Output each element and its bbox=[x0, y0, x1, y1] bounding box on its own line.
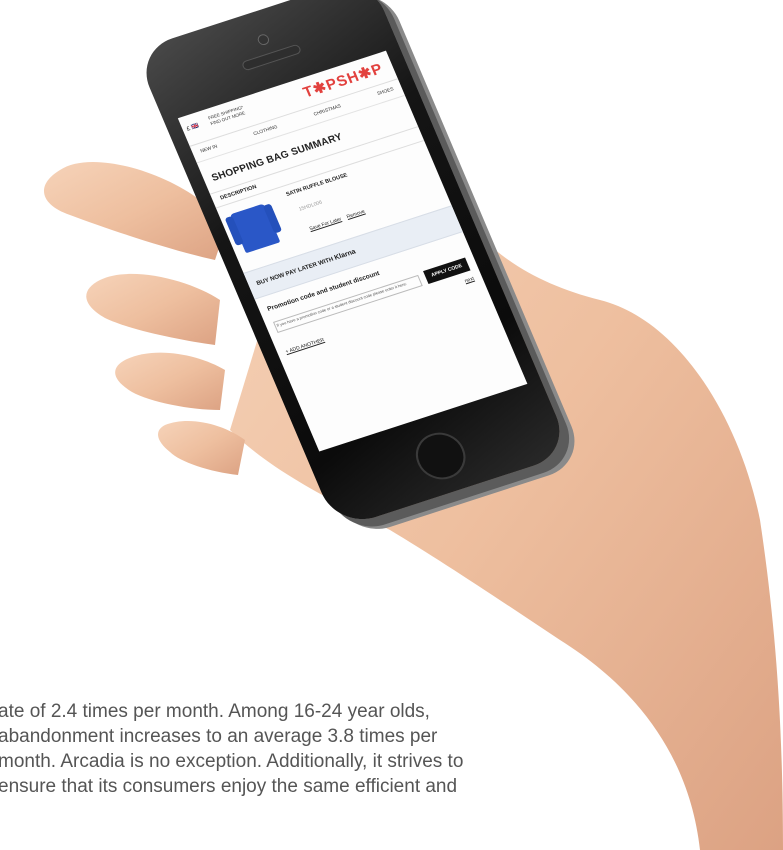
product-image[interactable] bbox=[229, 203, 281, 254]
product-actions: Save For Later Remove bbox=[309, 209, 366, 232]
body-paragraph: ate of 2.4 times per month. Among 16-24 … bbox=[0, 699, 598, 799]
paragraph-line: ate of 2.4 times per month. Among 16-24 … bbox=[0, 701, 430, 722]
camera-icon bbox=[256, 32, 271, 47]
product-code: 15HDL006 bbox=[298, 199, 324, 213]
paragraph-line: month. Arcadia is no exception. Addition… bbox=[0, 751, 464, 772]
nav-item-clothing[interactable]: CLOTHING bbox=[253, 125, 279, 137]
home-button bbox=[408, 426, 473, 486]
paragraph-line: abandonment increases to an average 3.8 … bbox=[0, 726, 438, 747]
nav-item-shoes[interactable]: SHOES bbox=[377, 87, 395, 97]
paragraph-line: ensure that its consumers enjoy the same… bbox=[0, 776, 458, 797]
save-for-later-link[interactable]: Save For Later bbox=[309, 216, 343, 232]
currency-flag[interactable]: £ 🇬🇧 bbox=[186, 122, 200, 132]
remove-link[interactable]: Remove bbox=[346, 209, 366, 220]
nav-item-christmas[interactable]: CHRISTMAS bbox=[313, 104, 342, 117]
klarna-logo: Klarna bbox=[333, 248, 357, 262]
free-shipping-promo[interactable]: FREE SHIPPING* FIND OUT MORE bbox=[207, 105, 247, 127]
speaker-grille bbox=[240, 43, 303, 72]
nav-item-new-in[interactable]: NEW IN bbox=[200, 144, 218, 154]
